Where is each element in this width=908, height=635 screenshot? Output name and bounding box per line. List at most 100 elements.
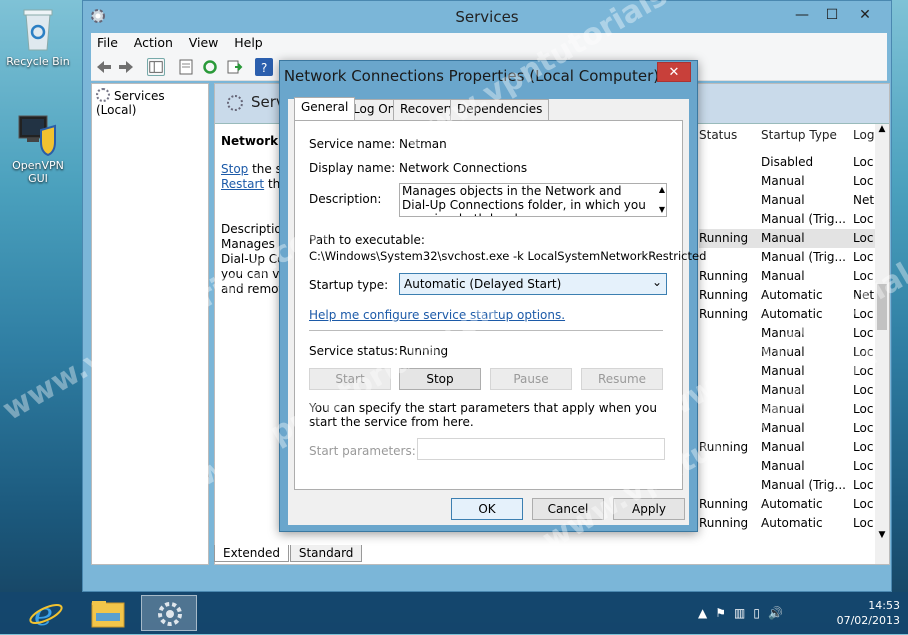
row-log-on: Loc: [853, 155, 874, 169]
flag-icon[interactable]: ⚑: [715, 606, 734, 620]
power-icon[interactable]: ▯: [753, 606, 768, 620]
window-close-button[interactable]: ✕: [849, 5, 881, 25]
table-row[interactable]: Running Automatic Loc: [699, 305, 885, 324]
openvpn-label: OpenVPN GUI: [12, 159, 64, 185]
table-row[interactable]: Manual Net: [699, 191, 885, 210]
minimize-button[interactable]: —: [791, 5, 813, 25]
row-startup-type: Manual: [761, 174, 805, 188]
row-log-on: Loc: [853, 516, 874, 530]
menu-action[interactable]: Action: [128, 33, 179, 52]
table-row[interactable]: Manual Loc: [699, 362, 885, 381]
stop-link[interactable]: Stop: [221, 162, 248, 176]
stop-button[interactable]: Stop: [399, 368, 481, 390]
table-row[interactable]: Manual Loc: [699, 343, 885, 362]
table-row[interactable]: Running Automatic Loc: [699, 495, 885, 514]
table-row[interactable]: Running Manual Loc: [699, 229, 885, 248]
internet-explorer-icon[interactable]: e: [20, 595, 76, 631]
column-startup-type[interactable]: Startup Type: [761, 128, 837, 142]
cancel-button[interactable]: Cancel: [532, 498, 604, 520]
desktop-icon-openvpn[interactable]: OpenVPN GUI: [0, 112, 76, 185]
volume-icon[interactable]: 🔊: [768, 606, 791, 620]
refresh-icon[interactable]: [201, 58, 219, 76]
row-status: Running: [699, 269, 749, 283]
row-log-on: Loc: [853, 459, 874, 473]
tab-general[interactable]: General: [294, 97, 356, 120]
row-log-on: Loc: [853, 421, 874, 435]
table-row[interactable]: Manual Loc: [699, 381, 885, 400]
table-row[interactable]: Manual (Trig... Loc: [699, 248, 885, 267]
table-row[interactable]: Manual Loc: [699, 324, 885, 343]
network-icon[interactable]: ▥: [734, 606, 753, 620]
table-row[interactable]: Running Automatic Loc: [699, 514, 885, 533]
menu-bar: File Action View Help: [91, 33, 887, 53]
tab-dependencies[interactable]: Dependencies: [450, 99, 550, 120]
row-log-on: Loc: [853, 231, 874, 245]
row-status: Running: [699, 440, 749, 454]
column-log-on[interactable]: Log: [853, 128, 874, 142]
table-row[interactable]: Manual Loc: [699, 172, 885, 191]
row-startup-type: Manual: [761, 364, 805, 378]
startup-type-label: Startup type:: [309, 278, 389, 292]
scroll-thumb[interactable]: [877, 284, 887, 330]
table-row[interactable]: Disabled Loc: [699, 153, 885, 172]
row-startup-type: Manual: [761, 421, 805, 435]
restart-link[interactable]: Restart: [221, 177, 264, 191]
recycle-bin-icon: [23, 9, 53, 51]
help-configure-link[interactable]: Help me configure service startup option…: [309, 308, 565, 322]
apply-button[interactable]: Apply: [613, 498, 685, 520]
show-hidden-icons-icon[interactable]: ▲: [698, 606, 715, 620]
services-window-title: Services: [455, 8, 519, 26]
table-row[interactable]: Manual (Trig... Loc: [699, 476, 885, 495]
openvpn-icon: [18, 115, 56, 156]
forward-arrow-icon[interactable]: [117, 58, 135, 76]
resume-button[interactable]: Resume: [581, 368, 663, 390]
desktop-icon-recycle-bin[interactable]: Recycle Bin: [0, 6, 76, 68]
clock[interactable]: 14:53 07/02/2013: [837, 598, 900, 628]
table-row[interactable]: Running Automatic Net: [699, 286, 885, 305]
description-field[interactable]: Manages objects in the Network and Dial-…: [399, 183, 667, 217]
start-params-input[interactable]: [417, 438, 665, 460]
table-row[interactable]: Running Manual Loc: [699, 438, 885, 457]
maximize-button[interactable]: ☐: [821, 5, 843, 25]
row-log-on: Loc: [853, 307, 874, 321]
description-scroll-icon[interactable]: ▲ ▼: [659, 185, 665, 215]
menu-file[interactable]: File: [91, 33, 124, 52]
display-name-value: Network Connections: [399, 161, 528, 175]
row-startup-type: Automatic: [761, 288, 823, 302]
row-status: Running: [699, 307, 749, 321]
row-startup-type: Manual: [761, 269, 805, 283]
properties-sheet-icon[interactable]: [177, 58, 195, 76]
table-row[interactable]: Manual Loc: [699, 457, 885, 476]
recycle-bin-label: Recycle Bin: [6, 55, 70, 68]
ok-button[interactable]: OK: [451, 498, 523, 520]
menu-help[interactable]: Help: [228, 33, 269, 52]
table-row[interactable]: Manual Loc: [699, 400, 885, 419]
taskbar-services-button[interactable]: [141, 595, 197, 631]
file-explorer-icon[interactable]: [80, 595, 136, 631]
row-log-on: Loc: [853, 478, 874, 492]
back-arrow-icon[interactable]: [95, 58, 113, 76]
dialog-close-button[interactable]: ✕: [657, 62, 691, 82]
vertical-scrollbar[interactable]: ▲ ▼: [875, 124, 889, 564]
table-row[interactable]: Running Manual Loc: [699, 267, 885, 286]
service-name-value: Netman: [399, 137, 447, 151]
pause-button[interactable]: Pause: [490, 368, 572, 390]
tab-standard[interactable]: Standard: [289, 545, 363, 562]
startup-type-value: Automatic (Delayed Start): [404, 277, 562, 291]
tab-extended[interactable]: Extended: [214, 545, 289, 562]
help-icon[interactable]: ?: [255, 58, 273, 76]
startup-type-select[interactable]: Automatic (Delayed Start) ⌄: [399, 273, 667, 295]
scroll-down-arrow[interactable]: ▼: [875, 530, 889, 544]
row-startup-type: Manual: [761, 459, 805, 473]
dialog-title: Network Connections Properties (Local Co…: [283, 67, 660, 85]
scroll-up-arrow[interactable]: ▲: [875, 124, 889, 138]
table-row[interactable]: Manual Loc: [699, 419, 885, 438]
export-list-icon[interactable]: [225, 58, 243, 76]
menu-view[interactable]: View: [183, 33, 225, 52]
tree-node-services-local[interactable]: Services (Local): [96, 88, 208, 117]
table-row[interactable]: Manual (Trig... Loc: [699, 210, 885, 229]
column-status[interactable]: Status: [699, 128, 737, 142]
show-hide-tree-icon[interactable]: [147, 58, 165, 76]
start-params-label: Start parameters:: [309, 444, 416, 458]
start-button[interactable]: Start: [309, 368, 391, 390]
